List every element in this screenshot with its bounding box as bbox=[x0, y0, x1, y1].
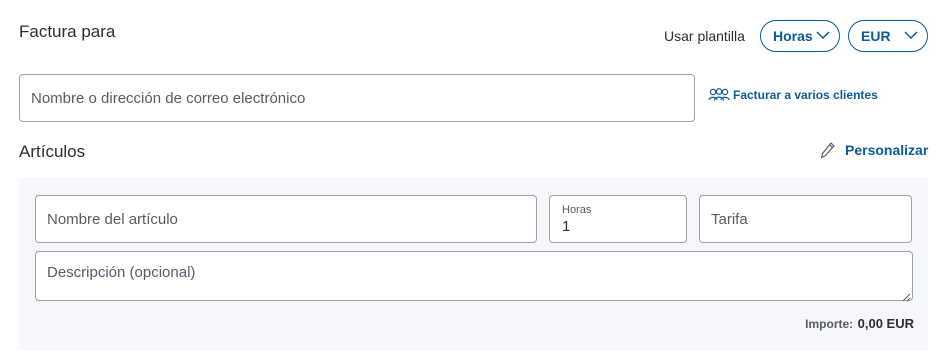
items-title: Artículos bbox=[19, 142, 86, 161]
recipient-input[interactable]: Nombre o dirección de correo electrónico bbox=[19, 74, 695, 122]
amount-row: Importe: 0,00 EUR bbox=[700, 315, 914, 333]
hours-input[interactable]: Horas 1 bbox=[549, 195, 687, 243]
template-type-value: Horas bbox=[773, 28, 813, 44]
hours-value: 1 bbox=[562, 218, 571, 235]
currency-dropdown[interactable]: EUR bbox=[848, 20, 928, 52]
rate-placeholder: Tarifa bbox=[711, 210, 748, 228]
description-textarea[interactable]: Descripción (opcional) bbox=[35, 251, 913, 301]
customize-link[interactable]: Personalizar bbox=[820, 141, 928, 159]
resize-grip-icon[interactable] bbox=[901, 289, 911, 302]
amount-label: Importe: bbox=[805, 317, 854, 331]
invoice-to-title: Factura para bbox=[19, 22, 116, 41]
amount-value: 0,00 EUR bbox=[857, 316, 914, 331]
chevron-down-icon bbox=[903, 27, 919, 46]
bill-multiple-clients-link[interactable]: Facturar a varios clientes bbox=[708, 87, 878, 103]
description-placeholder: Descripción (opcional) bbox=[47, 264, 196, 281]
users-icon bbox=[708, 87, 730, 103]
bill-multiple-clients-label: Facturar a varios clientes bbox=[733, 88, 878, 102]
item-name-input[interactable]: Nombre del artículo bbox=[35, 195, 537, 243]
pencil-icon bbox=[820, 141, 836, 159]
item-name-placeholder: Nombre del artículo bbox=[47, 210, 178, 228]
template-type-dropdown[interactable]: Horas bbox=[760, 20, 840, 52]
recipient-placeholder: Nombre o dirección de correo electrónico bbox=[31, 89, 306, 107]
chevron-down-icon bbox=[815, 27, 831, 46]
hours-label: Horas bbox=[562, 204, 592, 216]
customize-label: Personalizar bbox=[845, 142, 929, 158]
rate-input[interactable]: Tarifa bbox=[699, 195, 912, 243]
currency-value: EUR bbox=[861, 28, 891, 44]
use-template-label: Usar plantilla bbox=[664, 28, 745, 44]
